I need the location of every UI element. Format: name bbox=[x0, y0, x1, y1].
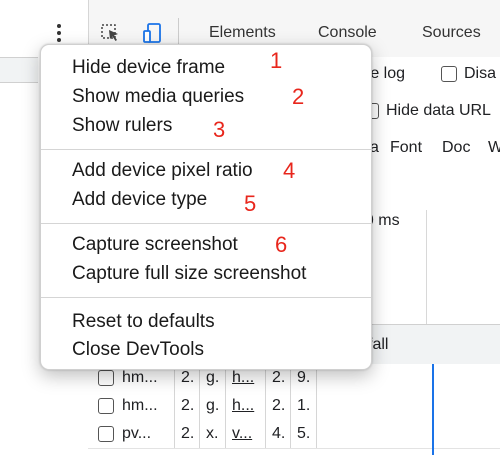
column-divider bbox=[199, 392, 200, 420]
menu-item-add-device-type[interactable]: Add device type bbox=[72, 188, 207, 212]
column-divider bbox=[225, 420, 226, 448]
waterfall-marker-line bbox=[432, 364, 434, 455]
menu-separator bbox=[41, 149, 371, 150]
row-name: hm... bbox=[122, 369, 158, 386]
menu-separator bbox=[41, 297, 371, 298]
tab-elements[interactable]: Elements bbox=[209, 24, 276, 42]
row-status: 2. bbox=[181, 397, 195, 414]
menu-item-show-rulers[interactable]: Show rulers bbox=[72, 114, 172, 138]
annotation-2: 2 bbox=[292, 84, 305, 109]
row-type: x. bbox=[206, 425, 219, 442]
menu-item-add-device-pixel-ratio[interactable]: Add device pixel ratio bbox=[72, 159, 253, 183]
row-time: 5. bbox=[297, 425, 311, 442]
menu-item-capture-screenshot[interactable]: Capture screenshot bbox=[72, 233, 238, 257]
row-initiator[interactable]: h... bbox=[232, 397, 254, 415]
row-status: 2. bbox=[181, 425, 195, 442]
table-row[interactable]: hm... 2. g. h... 2. 1. bbox=[88, 392, 500, 421]
disable-cache-label[interactable]: Disa bbox=[464, 65, 496, 83]
toolbar-divider bbox=[178, 18, 179, 46]
row-size: 2. bbox=[272, 369, 286, 386]
column-divider bbox=[265, 420, 266, 448]
annotation-3: 3 bbox=[213, 117, 226, 142]
annotation-1: 1 bbox=[270, 48, 283, 73]
filter-font[interactable]: Font bbox=[390, 139, 422, 157]
filter-ws[interactable]: W bbox=[488, 139, 500, 157]
column-divider bbox=[174, 392, 175, 420]
table-row[interactable]: pv... 2. x. v... 4. 5. bbox=[88, 420, 500, 449]
row-time: 9. bbox=[297, 369, 311, 386]
column-divider bbox=[316, 392, 317, 420]
more-options-icon[interactable] bbox=[52, 22, 66, 44]
device-options-menu: Hide device frame 1 Show media queries 2… bbox=[40, 44, 372, 370]
column-divider bbox=[290, 420, 291, 448]
row-size: 2. bbox=[272, 397, 286, 414]
row-type: g. bbox=[206, 369, 220, 386]
row-checkbox[interactable] bbox=[98, 398, 114, 414]
tab-sources[interactable]: Sources bbox=[422, 24, 481, 42]
row-time: 1. bbox=[297, 397, 311, 414]
row-name: hm... bbox=[122, 397, 158, 414]
disable-cache-checkbox[interactable] bbox=[441, 66, 457, 82]
row-checkbox[interactable] bbox=[98, 370, 114, 386]
row-size: 4. bbox=[272, 425, 286, 442]
column-divider bbox=[199, 420, 200, 448]
row-type: g. bbox=[206, 397, 220, 414]
column-divider bbox=[290, 392, 291, 420]
column-divider bbox=[316, 420, 317, 448]
menu-separator bbox=[41, 223, 371, 224]
menu-item-close-devtools[interactable]: Close DevTools bbox=[72, 338, 204, 362]
column-divider bbox=[265, 392, 266, 420]
row-checkbox[interactable] bbox=[98, 426, 114, 442]
column-divider bbox=[225, 392, 226, 420]
menu-item-reset-to-defaults[interactable]: Reset to defaults bbox=[72, 310, 215, 334]
row-name: pv... bbox=[122, 425, 152, 442]
left-strip bbox=[0, 57, 38, 83]
filter-doc[interactable]: Doc bbox=[442, 139, 470, 157]
row-initiator[interactable]: v... bbox=[232, 425, 252, 443]
menu-item-hide-device-frame[interactable]: Hide device frame bbox=[72, 56, 225, 80]
menu-item-capture-full-size-screenshot[interactable]: Capture full size screenshot bbox=[72, 262, 306, 286]
inspect-element-icon[interactable] bbox=[100, 22, 122, 44]
tab-console[interactable]: Console bbox=[318, 24, 377, 42]
annotation-5: 5 bbox=[244, 191, 257, 216]
menu-item-show-media-queries[interactable]: Show media queries bbox=[72, 85, 244, 109]
device-toolbar-icon[interactable] bbox=[142, 22, 164, 44]
column-divider bbox=[174, 420, 175, 448]
annotation-4: 4 bbox=[283, 158, 296, 183]
row-initiator[interactable]: h... bbox=[232, 369, 254, 387]
overview-gridline bbox=[426, 210, 427, 324]
hide-data-urls-label[interactable]: Hide data URL bbox=[386, 102, 491, 120]
row-status: 2. bbox=[181, 369, 195, 386]
annotation-6: 6 bbox=[275, 232, 288, 257]
